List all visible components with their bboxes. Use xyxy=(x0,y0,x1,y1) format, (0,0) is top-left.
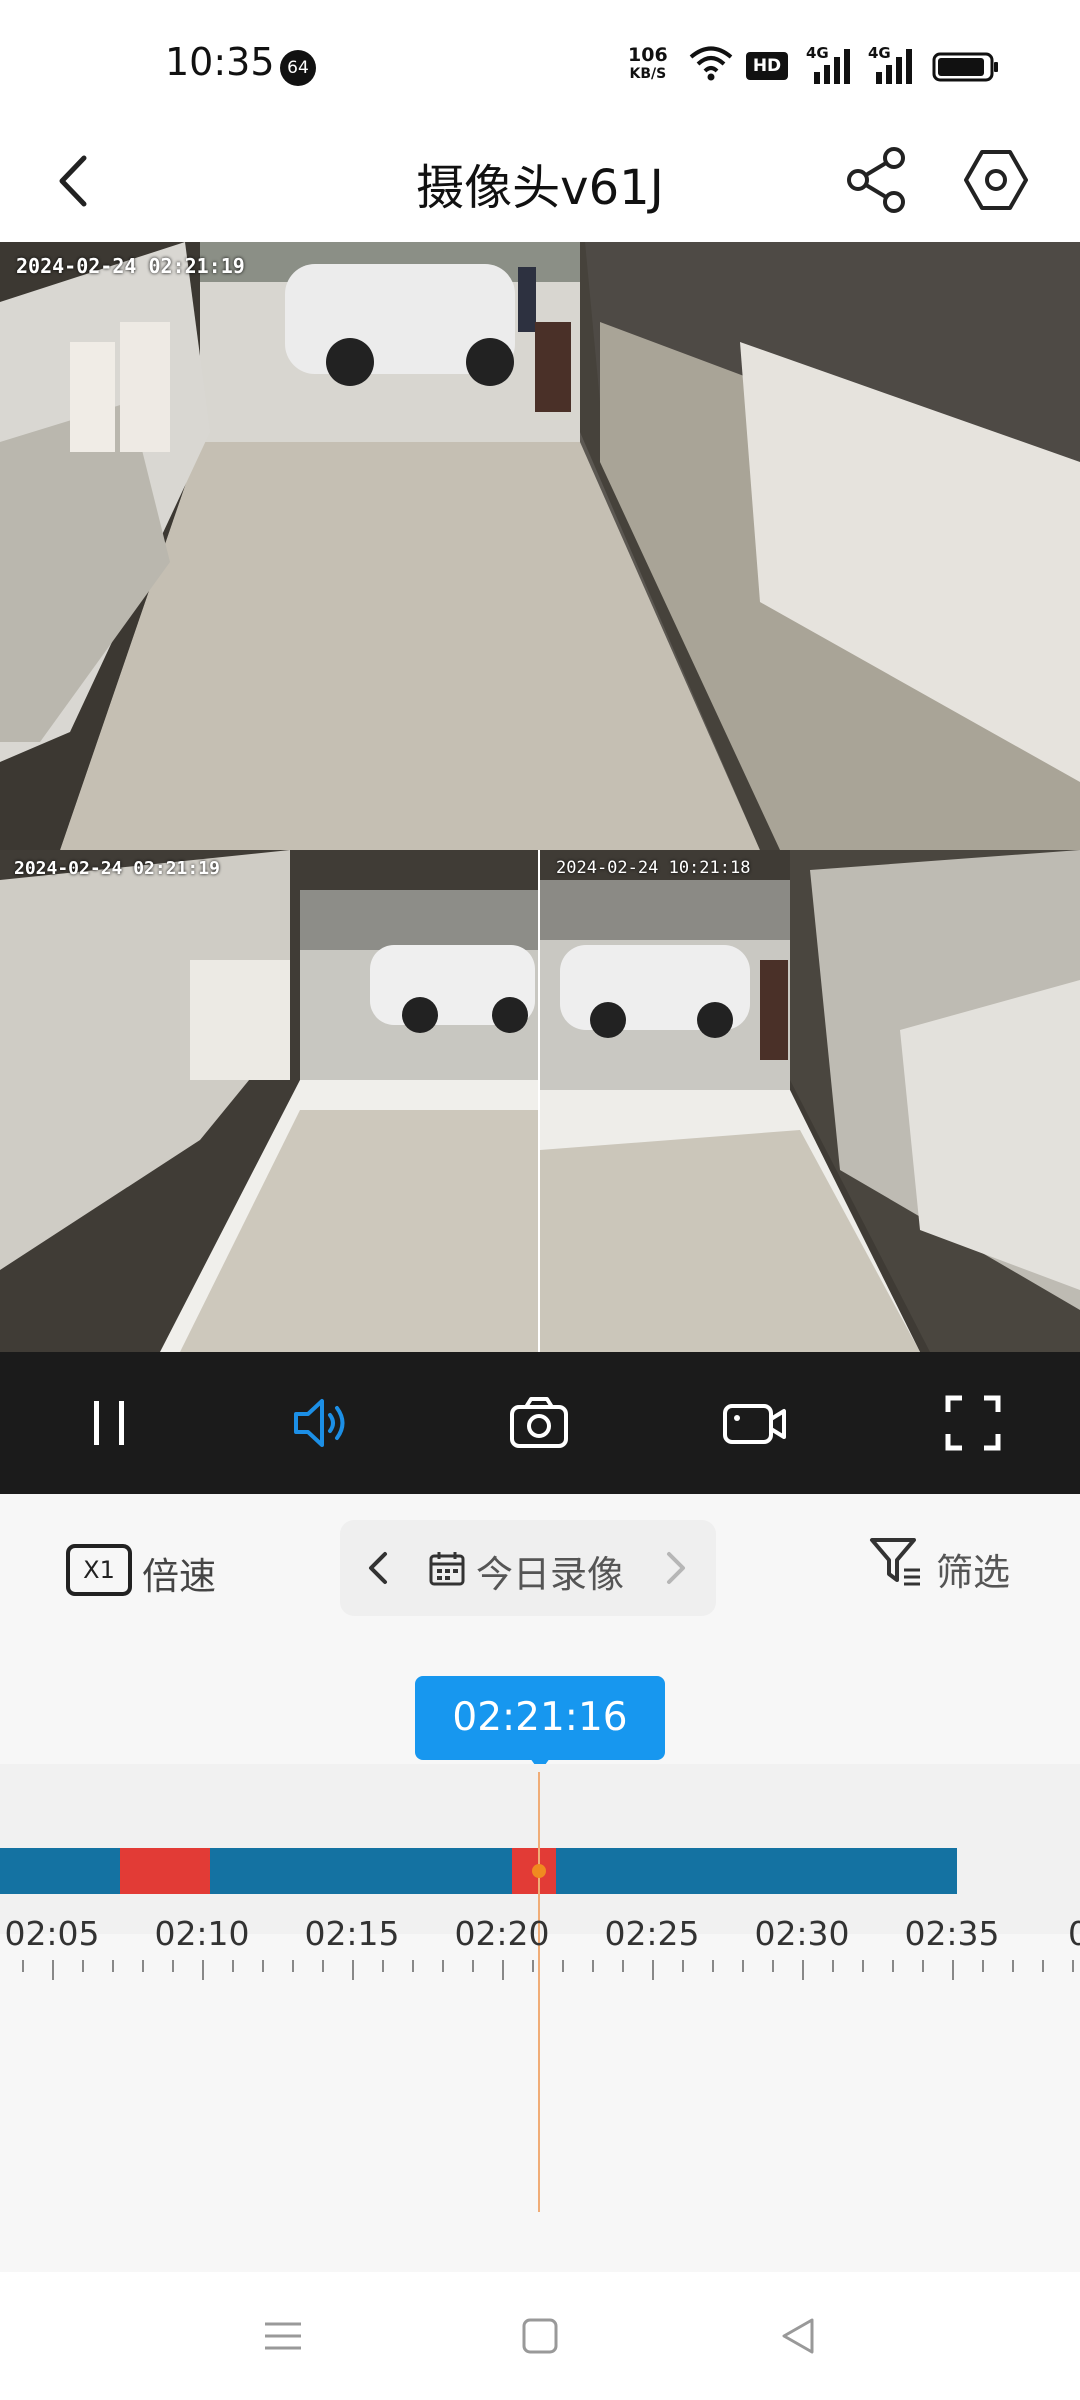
camera-image-2 xyxy=(0,850,538,1352)
net-speed-unit: KB/S xyxy=(629,66,667,82)
tick-mark xyxy=(652,1960,654,1980)
tick-mark xyxy=(712,1960,714,1972)
tick-mark xyxy=(382,1960,384,1972)
tick-mark xyxy=(322,1960,324,1972)
camera-image-3 xyxy=(540,850,1080,1352)
home-icon[interactable] xyxy=(518,2314,562,2358)
camera-view-1[interactable]: 2024-02-24 02:21:19 xyxy=(0,242,1080,850)
tick-mark xyxy=(232,1960,234,1972)
tick-label: 02:25 xyxy=(604,1914,700,1953)
tick-mark xyxy=(202,1960,204,1980)
date-label[interactable]: 今日录像 xyxy=(476,1544,624,1598)
tick-mark xyxy=(592,1960,594,1972)
calendar-icon xyxy=(429,1552,465,1586)
tick-mark xyxy=(172,1960,174,1972)
signal-icon: 4G xyxy=(868,44,916,84)
camera-image-1 xyxy=(0,242,1080,850)
hd-icon: HD xyxy=(746,52,788,80)
camera-view-3[interactable]: 2024-02-24 10:21:18 xyxy=(540,850,1080,1352)
tick-mark xyxy=(532,1960,534,1972)
timeline[interactable]: 02:21:16 02:05 02:10 02:15 02:20 02:25 0… xyxy=(0,1642,1080,2272)
signal-icon: 4G xyxy=(806,44,854,84)
tick-mark xyxy=(982,1960,984,1972)
tick-mark xyxy=(22,1960,24,1972)
pause-icon[interactable] xyxy=(75,1388,145,1458)
notification-badge: 64 xyxy=(280,50,316,86)
settings-icon[interactable] xyxy=(960,144,1032,216)
battery-icon xyxy=(932,52,998,82)
speed-badge: X1 xyxy=(66,1544,132,1596)
menu-icon[interactable] xyxy=(261,2314,305,2358)
prev-day-icon[interactable] xyxy=(358,1546,402,1590)
camera-view-2[interactable]: 2024-02-24 02:21:19 xyxy=(0,850,538,1352)
header: 摄像头v61J xyxy=(0,120,1080,242)
tick-mark xyxy=(742,1960,744,1972)
page-title: 摄像头v61J xyxy=(416,160,664,216)
tick-mark xyxy=(262,1960,264,1972)
system-nav-bar xyxy=(0,2272,1080,2400)
tick-mark xyxy=(1012,1960,1014,1972)
tick-label: 02:10 xyxy=(154,1914,250,1953)
tick-mark xyxy=(922,1960,924,1972)
camera-timestamp: 2024-02-24 10:21:18 xyxy=(556,858,751,878)
playhead-dot[interactable] xyxy=(532,1864,546,1878)
hd-label: HD xyxy=(752,56,782,76)
status-time: 10:35 xyxy=(165,40,275,84)
tick-mark xyxy=(1042,1960,1044,1972)
tick-mark xyxy=(1072,1960,1074,1972)
playhead-line[interactable] xyxy=(538,1772,540,2212)
tick-mark xyxy=(352,1960,354,1980)
tick-label: 0 xyxy=(1068,1914,1080,1953)
tick-mark xyxy=(802,1960,804,1980)
fullscreen-icon[interactable] xyxy=(938,1388,1008,1458)
current-time-bubble: 02:21:16 xyxy=(415,1676,665,1760)
filter-label: 筛选 xyxy=(936,1551,1010,1594)
tick-mark xyxy=(832,1960,834,1972)
split-divider xyxy=(538,850,540,1352)
tick-mark xyxy=(112,1960,114,1972)
record-icon[interactable] xyxy=(720,1388,790,1458)
tick-mark xyxy=(442,1960,444,1972)
filter-icon xyxy=(870,1538,920,1586)
net-speed-value: 106 xyxy=(628,44,668,66)
tick-label: 02:35 xyxy=(904,1914,1000,1953)
tick-mark xyxy=(892,1960,894,1972)
back-nav-icon[interactable] xyxy=(776,2314,820,2358)
tick-mark xyxy=(142,1960,144,1972)
speaker-icon[interactable] xyxy=(288,1388,358,1458)
speed-label: 倍速 xyxy=(142,1555,216,1598)
playback-options: X1 倍速 今日录像 筛选 xyxy=(0,1494,1080,1642)
tick-mark xyxy=(952,1960,954,1980)
tick-label: 02:15 xyxy=(304,1914,400,1953)
tick-mark xyxy=(292,1960,294,1972)
next-day-icon[interactable] xyxy=(652,1546,696,1590)
tick-label: 02:30 xyxy=(754,1914,850,1953)
tick-mark xyxy=(562,1960,564,1972)
tick-label: 02:05 xyxy=(4,1914,100,1953)
screenshot-icon[interactable] xyxy=(504,1388,574,1458)
date-navigator: 今日录像 xyxy=(340,1520,716,1616)
player-controls xyxy=(0,1352,1080,1494)
wifi-icon xyxy=(689,46,733,81)
share-icon[interactable] xyxy=(840,144,912,216)
net-speed: 106 KB/S xyxy=(628,46,668,84)
tick-mark xyxy=(772,1960,774,1972)
tick-mark xyxy=(472,1960,474,1972)
tick-mark xyxy=(862,1960,864,1972)
tick-mark xyxy=(82,1960,84,1972)
status-bar: 10:35 64 106 KB/S HD 4G 4G xyxy=(0,0,1080,120)
tick-mark xyxy=(682,1960,684,1972)
tick-mark xyxy=(412,1960,414,1972)
tick-mark xyxy=(502,1960,504,1980)
tick-mark xyxy=(622,1960,624,1972)
tick-mark xyxy=(52,1960,54,1980)
video-player[interactable]: 2024-02-24 02:21:19 2024-02-24 02:21:19 xyxy=(0,242,1080,1352)
alarm-segment[interactable] xyxy=(120,1848,210,1894)
camera-timestamp: 2024-02-24 02:21:19 xyxy=(14,858,220,879)
camera-timestamp: 2024-02-24 02:21:19 xyxy=(16,254,245,278)
tick-label: 02:20 xyxy=(454,1914,550,1953)
